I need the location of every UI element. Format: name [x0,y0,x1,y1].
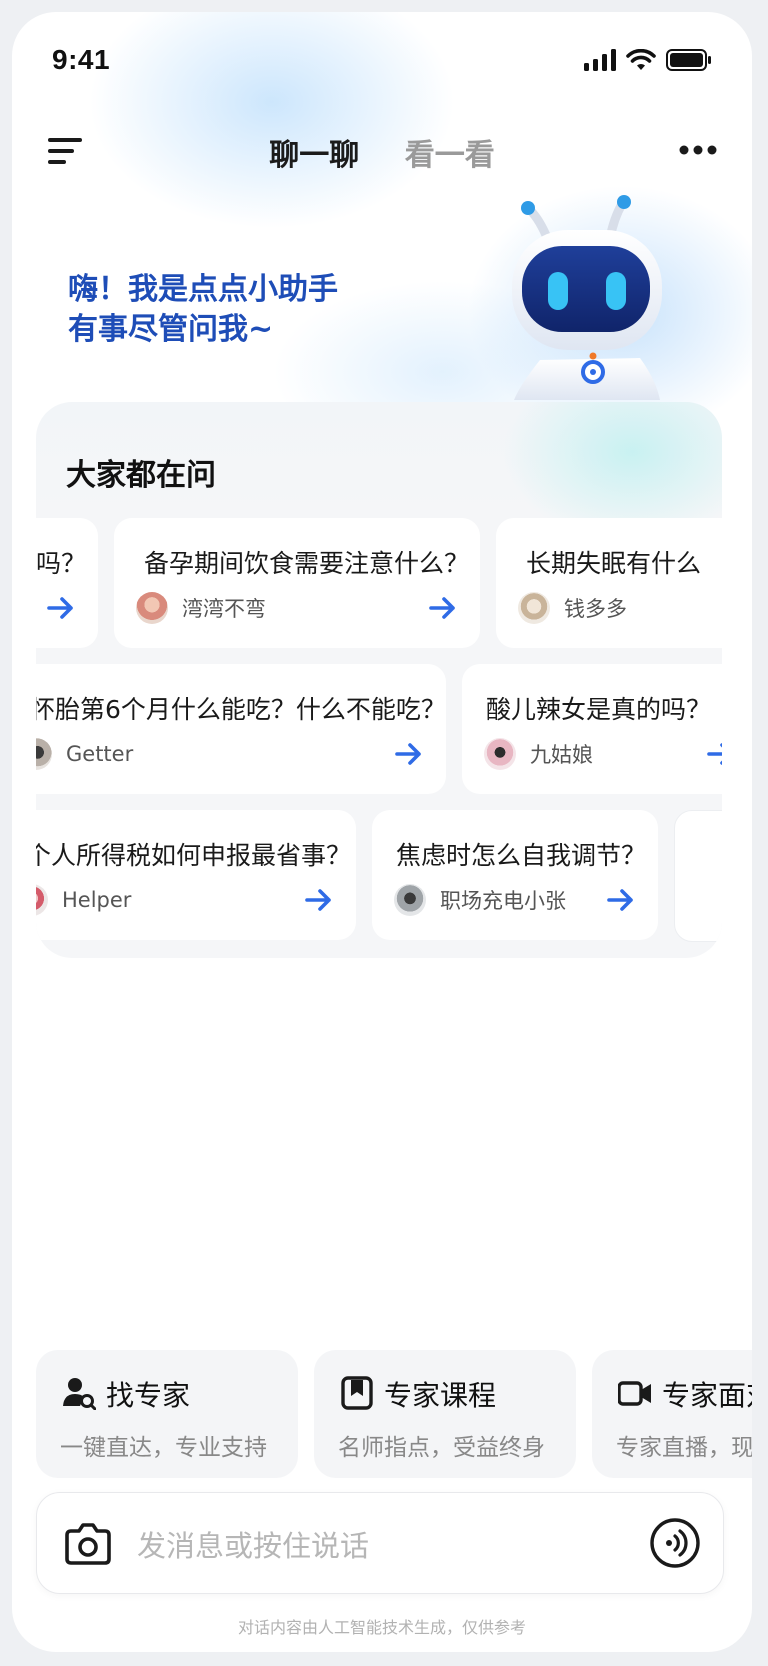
question-text: 焦虑时怎么自我调节？ [396,841,647,870]
question-card[interactable]: 焦虑时怎么自我调节？ 职场充电小张 [372,810,658,940]
status-icons [584,49,712,71]
question-row-3: 个人所得税如何申报最省事？ Helper 焦虑时怎么自我调节？ 职场充电小张 [36,810,722,942]
avatar [394,884,426,916]
feature-title: 找专家 [106,1379,191,1412]
question-card[interactable]: 长期失眠有什么 钱多多 [496,518,722,648]
ai-disclaimer: 对话内容由人工智能技术生成，仅供参考 [237,1618,526,1637]
question-text: 酸儿辣女是真的吗？ [486,695,712,724]
video-camera-icon [618,1381,651,1406]
message-input[interactable]: 发消息或按住说话 [137,1523,369,1565]
question-author: 湾湾不弯 [136,590,266,626]
avatar [36,738,52,770]
author-name: 职场充电小张 [440,889,566,913]
question-text: 个人所得税如何申报最省事？ [36,841,352,870]
cellular-signal-icon [584,49,616,71]
question-card[interactable]: 个人所得税如何申报最省事？ Helper [36,810,356,940]
question-card[interactable]: 怀胎第6个月什么能吃？什么不能吃？ Getter [36,664,446,794]
tab-browse[interactable]: 看一看 [405,130,495,174]
question-text: 长期失眠有什么 [526,549,702,578]
feature-title: 专家课程 [384,1379,497,1412]
expert-search-icon [63,1378,96,1410]
wifi-icon [626,49,656,70]
question-author: Getter [36,736,133,772]
question-author: Helper [36,882,131,918]
robot-mascot-illustration [512,195,662,400]
camera-icon[interactable] [63,1519,113,1567]
phone-screen: 9:41 聊一聊 看一看 嗨！我是点点小助手 有事尽管问我~ 大家都在问 吗？ … [12,12,752,1652]
status-bar: 9:41 [52,40,712,80]
question-author: 钱多多 [518,590,627,626]
feature-subtitle: 专家直播，现场答疑 [616,1435,752,1461]
question-text: 备孕期间饮食需要注意什么？ [144,549,470,578]
feature-shortcuts: 找专家 一键直达，专业支持 专家课程 名师指点，受益终身 专家面对面 专家直播，… [36,1350,752,1478]
greeting-text: 嗨！我是点点小助手 有事尽管问我~ [68,270,338,350]
question-text: 怀胎第6个月什么能吃？什么不能吃？ [36,695,446,724]
author-name: Helper [62,888,132,912]
question-row-2: 怀胎第6个月什么能吃？什么不能吃？ Getter 酸儿辣女是真的吗？ 九姑娘 [36,664,722,794]
course-book-icon [341,1376,373,1410]
author-name: Getter [66,742,134,766]
question-card[interactable]: 酸儿辣女是真的吗？ 九姑娘 [462,664,722,794]
feature-expert-live[interactable]: 专家面对面 专家直播，现场答疑 [592,1350,752,1478]
avatar [484,738,516,770]
more-options-icon[interactable] [678,140,718,160]
greeting-line-2: 有事尽管问我~ [68,312,274,347]
feature-subtitle: 名师指点，受益终身 [338,1435,545,1461]
avatar [36,884,48,916]
author-name: 九姑娘 [530,743,593,767]
feature-expert-course[interactable]: 专家课程 名师指点，受益终身 [314,1350,576,1478]
battery-icon [666,49,711,71]
popular-questions-panel: 大家都在问 吗？ 备孕期间饮食需要注意什么？ 湾湾不弯 长期失眠有什么 钱多多 [36,402,722,958]
message-input-bar: 发消息或按住说话 [36,1492,724,1594]
question-author: 职场充电小张 [394,882,566,918]
top-navigation: 聊一聊 看一看 [12,124,752,180]
arrow-right-icon[interactable] [304,886,334,914]
feature-subtitle: 一键直达，专业支持 [60,1435,267,1461]
author-name: 湾湾不弯 [182,597,266,621]
avatar [518,592,550,624]
question-card[interactable] [674,810,722,942]
tab-bar: 聊一聊 看一看 [12,130,752,174]
feature-title: 专家面对面 [662,1379,752,1412]
question-text: 吗？ [36,549,87,578]
feature-find-expert[interactable]: 找专家 一键直达，专业支持 [36,1350,298,1478]
question-author: 九姑娘 [484,736,593,772]
question-row-1: 吗？ 备孕期间饮食需要注意什么？ 湾湾不弯 长期失眠有什么 钱多多 [36,518,722,648]
voice-input-icon[interactable] [649,1517,701,1569]
arrow-right-icon[interactable] [706,740,722,768]
avatar [136,592,168,624]
question-card[interactable]: 备孕期间饮食需要注意什么？ 湾湾不弯 [114,518,480,648]
arrow-right-icon[interactable] [394,740,424,768]
arrow-right-icon[interactable] [46,594,76,622]
question-card[interactable]: 吗？ [36,518,98,648]
popular-title: 大家都在问 [66,458,216,493]
author-name: 钱多多 [564,597,627,621]
status-time: 9:41 [52,44,111,75]
arrow-right-icon[interactable] [606,886,636,914]
arrow-right-icon[interactable] [428,594,458,622]
tab-chat[interactable]: 聊一聊 [269,130,359,174]
greeting-line-1: 嗨！我是点点小助手 [68,272,338,307]
